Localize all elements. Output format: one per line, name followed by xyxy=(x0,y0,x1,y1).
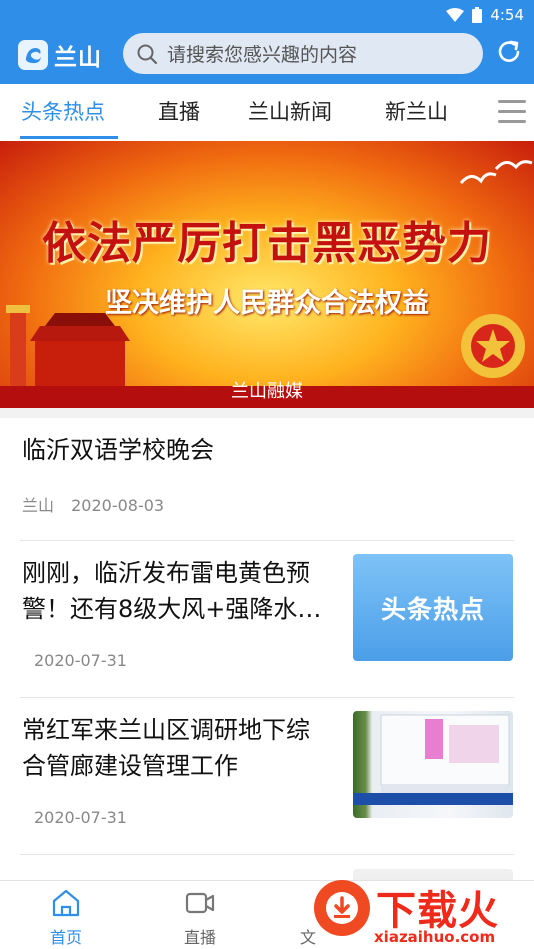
news-title-line1: 刚刚，临沂发布雷电黄色预 xyxy=(22,559,310,587)
app-header: 4:54 兰山 请搜索您感兴趣的内容 xyxy=(0,0,534,84)
refresh-icon[interactable] xyxy=(495,38,523,66)
search-input[interactable]: 请搜索您感兴趣的内容 xyxy=(123,33,483,74)
search-placeholder: 请搜索您感兴趣的内容 xyxy=(167,44,358,66)
tab-live[interactable]: 直播 xyxy=(158,96,200,126)
nav-home[interactable]: 首页 xyxy=(16,881,116,949)
tab-lanshan-news[interactable]: 兰山新闻 xyxy=(248,96,332,126)
doves-icon xyxy=(459,160,533,185)
news-date: 2020-07-31 xyxy=(34,808,127,827)
banner-caption: 兰山融媒 xyxy=(231,381,303,402)
nav-live[interactable]: 直播 xyxy=(150,881,250,949)
banner-carousel[interactable]: 依法严厉打击黑恶势力 坚决维护人民群众合法权益 兰山融媒 xyxy=(0,141,534,408)
nav-home-label: 首页 xyxy=(49,928,82,947)
status-time: 4:54 xyxy=(490,6,524,24)
video-camera-icon xyxy=(185,892,215,914)
app-logo[interactable]: 兰山 xyxy=(18,38,102,72)
news-date: 2020-07-31 xyxy=(34,651,127,670)
app-name: 兰山 xyxy=(54,45,102,71)
news-title: 临沂双语学校晚会 xyxy=(22,436,214,464)
news-title-line2: 合管廊建设管理工作 xyxy=(22,752,238,780)
home-icon xyxy=(52,889,80,917)
news-meta: 兰山 2020-08-03 xyxy=(22,492,164,516)
news-thumbnail xyxy=(353,711,513,818)
watermark-logo-icon xyxy=(314,880,370,936)
news-item[interactable]: 常红军来兰山区调研地下综 合管廊建设管理工作 2020-07-31 xyxy=(0,698,534,854)
battery-icon xyxy=(472,7,483,23)
watermark: 下载火 xiazaihuo.com xyxy=(312,876,534,949)
active-tab-indicator xyxy=(20,136,118,139)
banner-headline: 依法严厉打击黑恶势力 xyxy=(42,218,492,269)
news-thumbnail: 头条热点 xyxy=(353,554,513,661)
tab-new-lanshan[interactable]: 新兰山 xyxy=(385,96,448,126)
news-title-line2: 警！还有8级大风+强降水… xyxy=(22,595,322,623)
watermark-url: xiazaihuo.com xyxy=(374,928,496,946)
document-photo xyxy=(353,714,513,805)
news-item[interactable]: 临沂双语学校晚会 兰山 2020-08-03 xyxy=(0,418,534,538)
status-bar: 4:54 xyxy=(446,4,524,26)
logo-icon xyxy=(18,40,48,70)
thumbnail-text: 头条热点 xyxy=(380,594,485,624)
emblem-icon xyxy=(461,314,525,378)
news-item[interactable]: 刚刚，临沂发布雷电黄色预 警！还有8级大风+强降水… 2020-07-31 头条… xyxy=(0,541,534,697)
section-gap xyxy=(0,408,534,418)
news-source: 兰山 xyxy=(22,496,55,515)
news-title-line1: 常红军来兰山区调研地下综 xyxy=(22,716,310,744)
menu-icon[interactable] xyxy=(498,100,526,124)
banner-subline: 坚决维护人民群众合法权益 xyxy=(105,288,429,319)
tab-headline-hot[interactable]: 头条热点 xyxy=(21,96,105,126)
search-icon xyxy=(135,42,159,66)
category-tabs: 头条热点 直播 兰山新闻 新兰山 xyxy=(0,84,534,141)
news-date: 2020-08-03 xyxy=(71,496,165,515)
nav-live-label: 直播 xyxy=(183,928,216,947)
wifi-icon xyxy=(446,8,465,22)
